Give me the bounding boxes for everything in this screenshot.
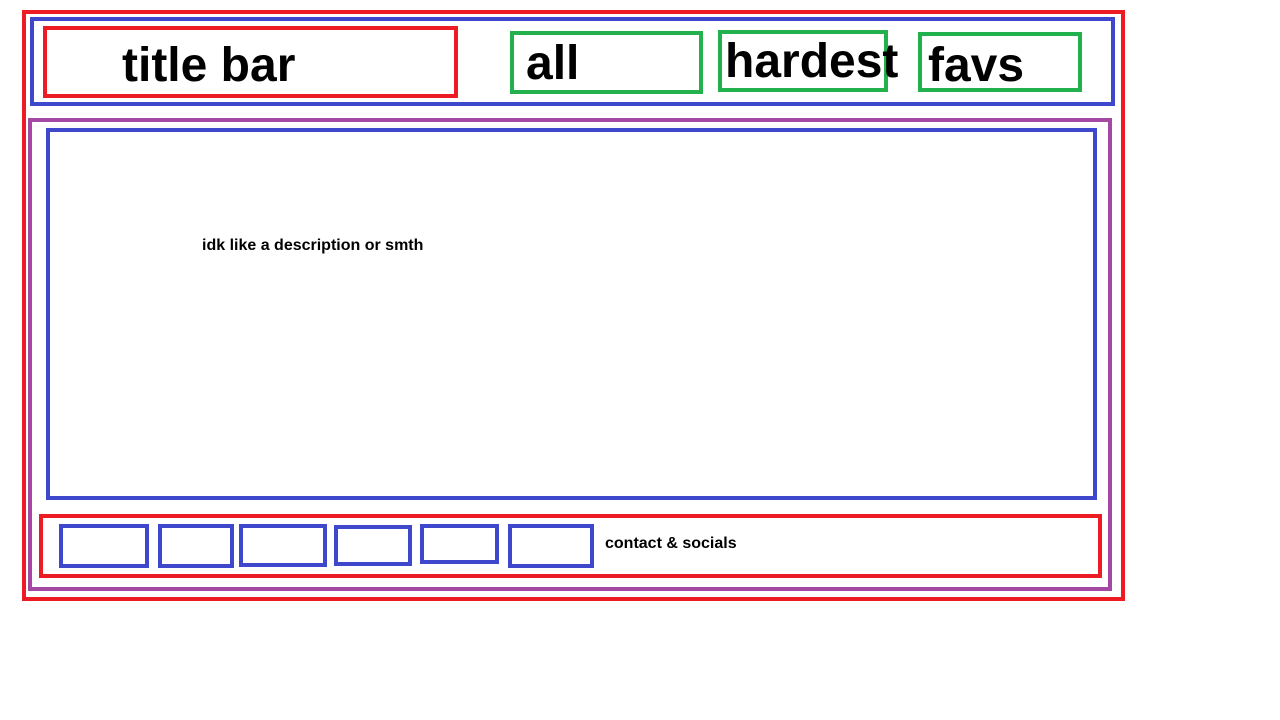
social-slot[interactable] xyxy=(239,524,327,567)
nav-hardest-label: hardest xyxy=(725,35,899,88)
description-text: idk like a description or smth xyxy=(202,237,424,254)
social-slot[interactable] xyxy=(334,525,412,566)
social-slot[interactable] xyxy=(158,524,234,568)
contact-socials-label: contact & socials xyxy=(605,535,737,552)
social-slot[interactable] xyxy=(59,524,149,568)
nav-all-label: all xyxy=(526,37,580,90)
nav-favs-label: favs xyxy=(928,39,1025,92)
social-slot[interactable] xyxy=(420,524,499,564)
page-title: title bar xyxy=(122,39,296,92)
content-panel xyxy=(46,128,1097,500)
social-slot[interactable] xyxy=(508,524,594,568)
